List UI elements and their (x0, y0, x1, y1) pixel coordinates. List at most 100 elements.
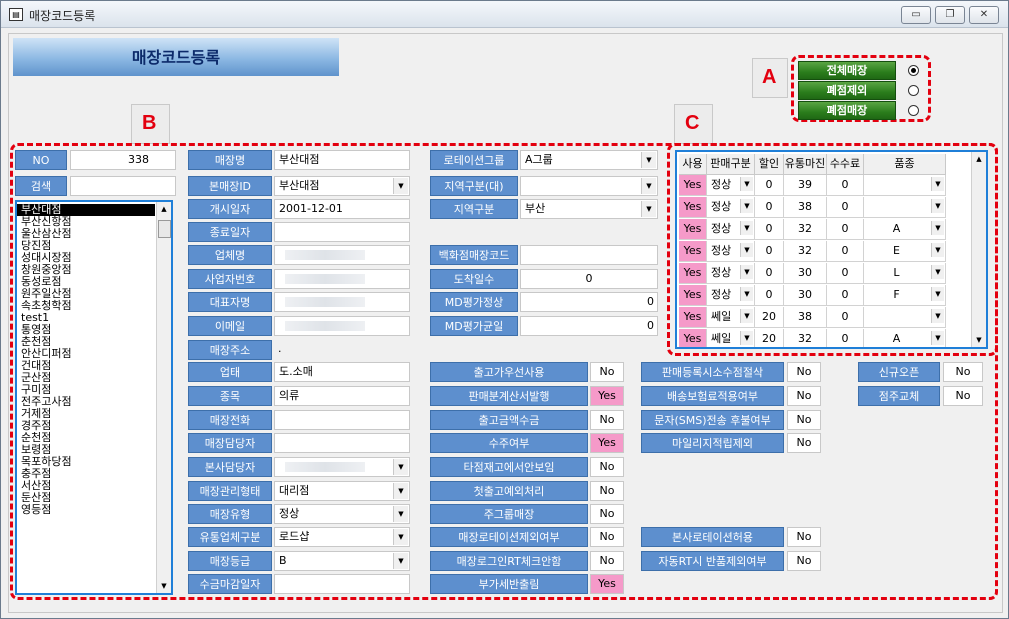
flag2-5-field[interactable]: No (787, 551, 821, 571)
flag-5-field[interactable]: No (590, 481, 624, 501)
filter-button-2[interactable]: 폐점매장 (798, 101, 896, 120)
c1b-3-field[interactable] (274, 433, 410, 453)
grid-cell[interactable]: 0 (755, 197, 784, 218)
grid-cell[interactable]: ▼ (864, 175, 946, 196)
c2-4-field[interactable] (520, 245, 658, 265)
filter-radio-0[interactable] (908, 65, 919, 76)
filter-button-1[interactable]: 폐점제외 (798, 81, 896, 100)
flag-3-field[interactable]: Yes (590, 433, 624, 453)
c1b-0-field[interactable]: 도.소매 (274, 362, 410, 382)
chevron-down-icon[interactable]: ▼ (931, 177, 944, 191)
grid-cell[interactable]: 0 (827, 263, 864, 284)
grid-cell[interactable]: 정상 ▼ (707, 175, 755, 196)
chevron-down-icon[interactable]: ▼ (393, 553, 408, 569)
scroll-down-icon[interactable]: ▼ (157, 579, 171, 593)
grid-cell[interactable]: Yes (679, 285, 707, 306)
flag-6-field[interactable]: No (590, 504, 624, 524)
c1-2-field[interactable]: 2001-12-01 (274, 199, 410, 219)
store-list-scrollbar[interactable]: ▲ ▼ (156, 202, 171, 593)
c1b-6-field[interactable]: 정상 ▼ (274, 504, 410, 524)
grid-cell[interactable]: 0 (755, 263, 784, 284)
grid-cell[interactable]: Yes (679, 241, 707, 262)
close-button[interactable]: ✕ (969, 6, 999, 24)
grid-cell[interactable]: 쎄일 ▼ (707, 329, 755, 347)
grid-cell[interactable]: 0 (827, 285, 864, 306)
grid-cell[interactable]: Yes (679, 307, 707, 328)
grid-cell[interactable]: 20 (755, 329, 784, 347)
grid-cell[interactable]: Yes (679, 197, 707, 218)
chevron-down-icon[interactable]: ▼ (393, 483, 408, 499)
flag2-1-field[interactable]: No (787, 386, 821, 406)
chevron-down-icon[interactable]: ▼ (641, 201, 656, 217)
chevron-down-icon[interactable]: ▼ (740, 309, 753, 323)
grid-cell[interactable]: Yes (679, 263, 707, 284)
chevron-down-icon[interactable]: ▼ (931, 309, 944, 323)
c1b-1-field[interactable]: 의류 (274, 386, 410, 406)
chevron-down-icon[interactable]: ▼ (931, 265, 944, 279)
flag-2-field[interactable]: No (590, 410, 624, 430)
flag-8-field[interactable]: No (590, 551, 624, 571)
grid-cell[interactable]: 39 (784, 175, 827, 196)
grid-cell[interactable]: 정상 ▼ (707, 197, 755, 218)
store-list[interactable]: 부산대점 부산신항점 울산삼산점 당진점 성대시장점 창원중앙점 동성로점 원주일산점 속초청학… (15, 200, 173, 595)
grid-cell[interactable]: 0 (827, 175, 864, 196)
grid-cell[interactable]: 38 (784, 197, 827, 218)
grid-cell[interactable]: Yes (679, 219, 707, 240)
c1-5-field[interactable] (274, 269, 410, 289)
grid-cell[interactable]: 32 (784, 241, 827, 262)
grid-cell[interactable]: 0 (827, 307, 864, 328)
c2-1-field[interactable]: ▼ (520, 176, 658, 196)
grid-cell[interactable]: 정상 ▼ (707, 241, 755, 262)
grid-cell[interactable]: 쎄일 ▼ (707, 307, 755, 328)
grid-cell[interactable]: 20 (755, 307, 784, 328)
grid-cell[interactable]: F ▼ (864, 285, 946, 306)
flag2-3-field[interactable]: No (787, 433, 821, 453)
flag-9-field[interactable]: Yes (590, 574, 624, 594)
grid-cell[interactable]: 30 (784, 285, 827, 306)
filter-button-0[interactable]: 전체매장 (798, 61, 896, 80)
c1-3-field[interactable] (274, 222, 410, 242)
grid-cell[interactable]: L ▼ (864, 263, 946, 284)
c1b-2-field[interactable] (274, 410, 410, 430)
filter-radio-2[interactable] (908, 105, 919, 116)
c2-6-field[interactable]: 0 (520, 292, 658, 312)
c1-7-field[interactable] (274, 316, 410, 336)
c2-2-field[interactable]: 부산 ▼ (520, 199, 658, 219)
scroll-down-icon[interactable]: ▼ (972, 333, 986, 347)
address-field[interactable]: . (274, 340, 661, 360)
chevron-down-icon[interactable]: ▼ (740, 177, 753, 191)
flag-4-field[interactable]: No (590, 457, 624, 477)
grid-cell[interactable]: 0 (755, 241, 784, 262)
chevron-down-icon[interactable]: ▼ (931, 243, 944, 257)
chevron-down-icon[interactable]: ▼ (740, 265, 753, 279)
c1b-7-field[interactable]: 로드샵 ▼ (274, 527, 410, 547)
grid-cell[interactable]: 정상 ▼ (707, 263, 755, 284)
scroll-thumb[interactable] (158, 220, 171, 238)
c1b-8-field[interactable]: B ▼ (274, 551, 410, 571)
grid-cell[interactable]: Yes (679, 329, 707, 347)
flag2-0-field[interactable]: No (787, 362, 821, 382)
list-item[interactable]: 영등점 (17, 504, 157, 516)
minimize-button[interactable]: ▭ (901, 6, 931, 24)
c1b-5-field[interactable]: 대리점 ▼ (274, 481, 410, 501)
c2-7-field[interactable]: 0 (520, 316, 658, 336)
grid-cell[interactable]: 0 (755, 175, 784, 196)
chevron-down-icon[interactable]: ▼ (740, 287, 753, 301)
grid-cell[interactable]: Yes (679, 175, 707, 196)
chevron-down-icon[interactable]: ▼ (740, 331, 753, 345)
flag-0-field[interactable]: No (590, 362, 624, 382)
chevron-down-icon[interactable]: ▼ (393, 178, 408, 194)
chevron-down-icon[interactable]: ▼ (641, 152, 656, 168)
chevron-down-icon[interactable]: ▼ (740, 199, 753, 213)
grid-cell[interactable]: A ▼ (864, 219, 946, 240)
c2-0-field[interactable]: A그룹 ▼ (520, 150, 658, 170)
restore-button[interactable]: ❐ (935, 6, 965, 24)
grid-cell[interactable]: 38 (784, 307, 827, 328)
grid-cell[interactable]: 정상 ▼ (707, 285, 755, 306)
grid-cell[interactable]: ▼ (864, 307, 946, 328)
chevron-down-icon[interactable]: ▼ (931, 199, 944, 213)
flag3-0-field[interactable]: No (943, 362, 983, 382)
search-input[interactable] (70, 176, 176, 196)
c1-6-field[interactable] (274, 292, 410, 312)
chevron-down-icon[interactable]: ▼ (740, 243, 753, 257)
